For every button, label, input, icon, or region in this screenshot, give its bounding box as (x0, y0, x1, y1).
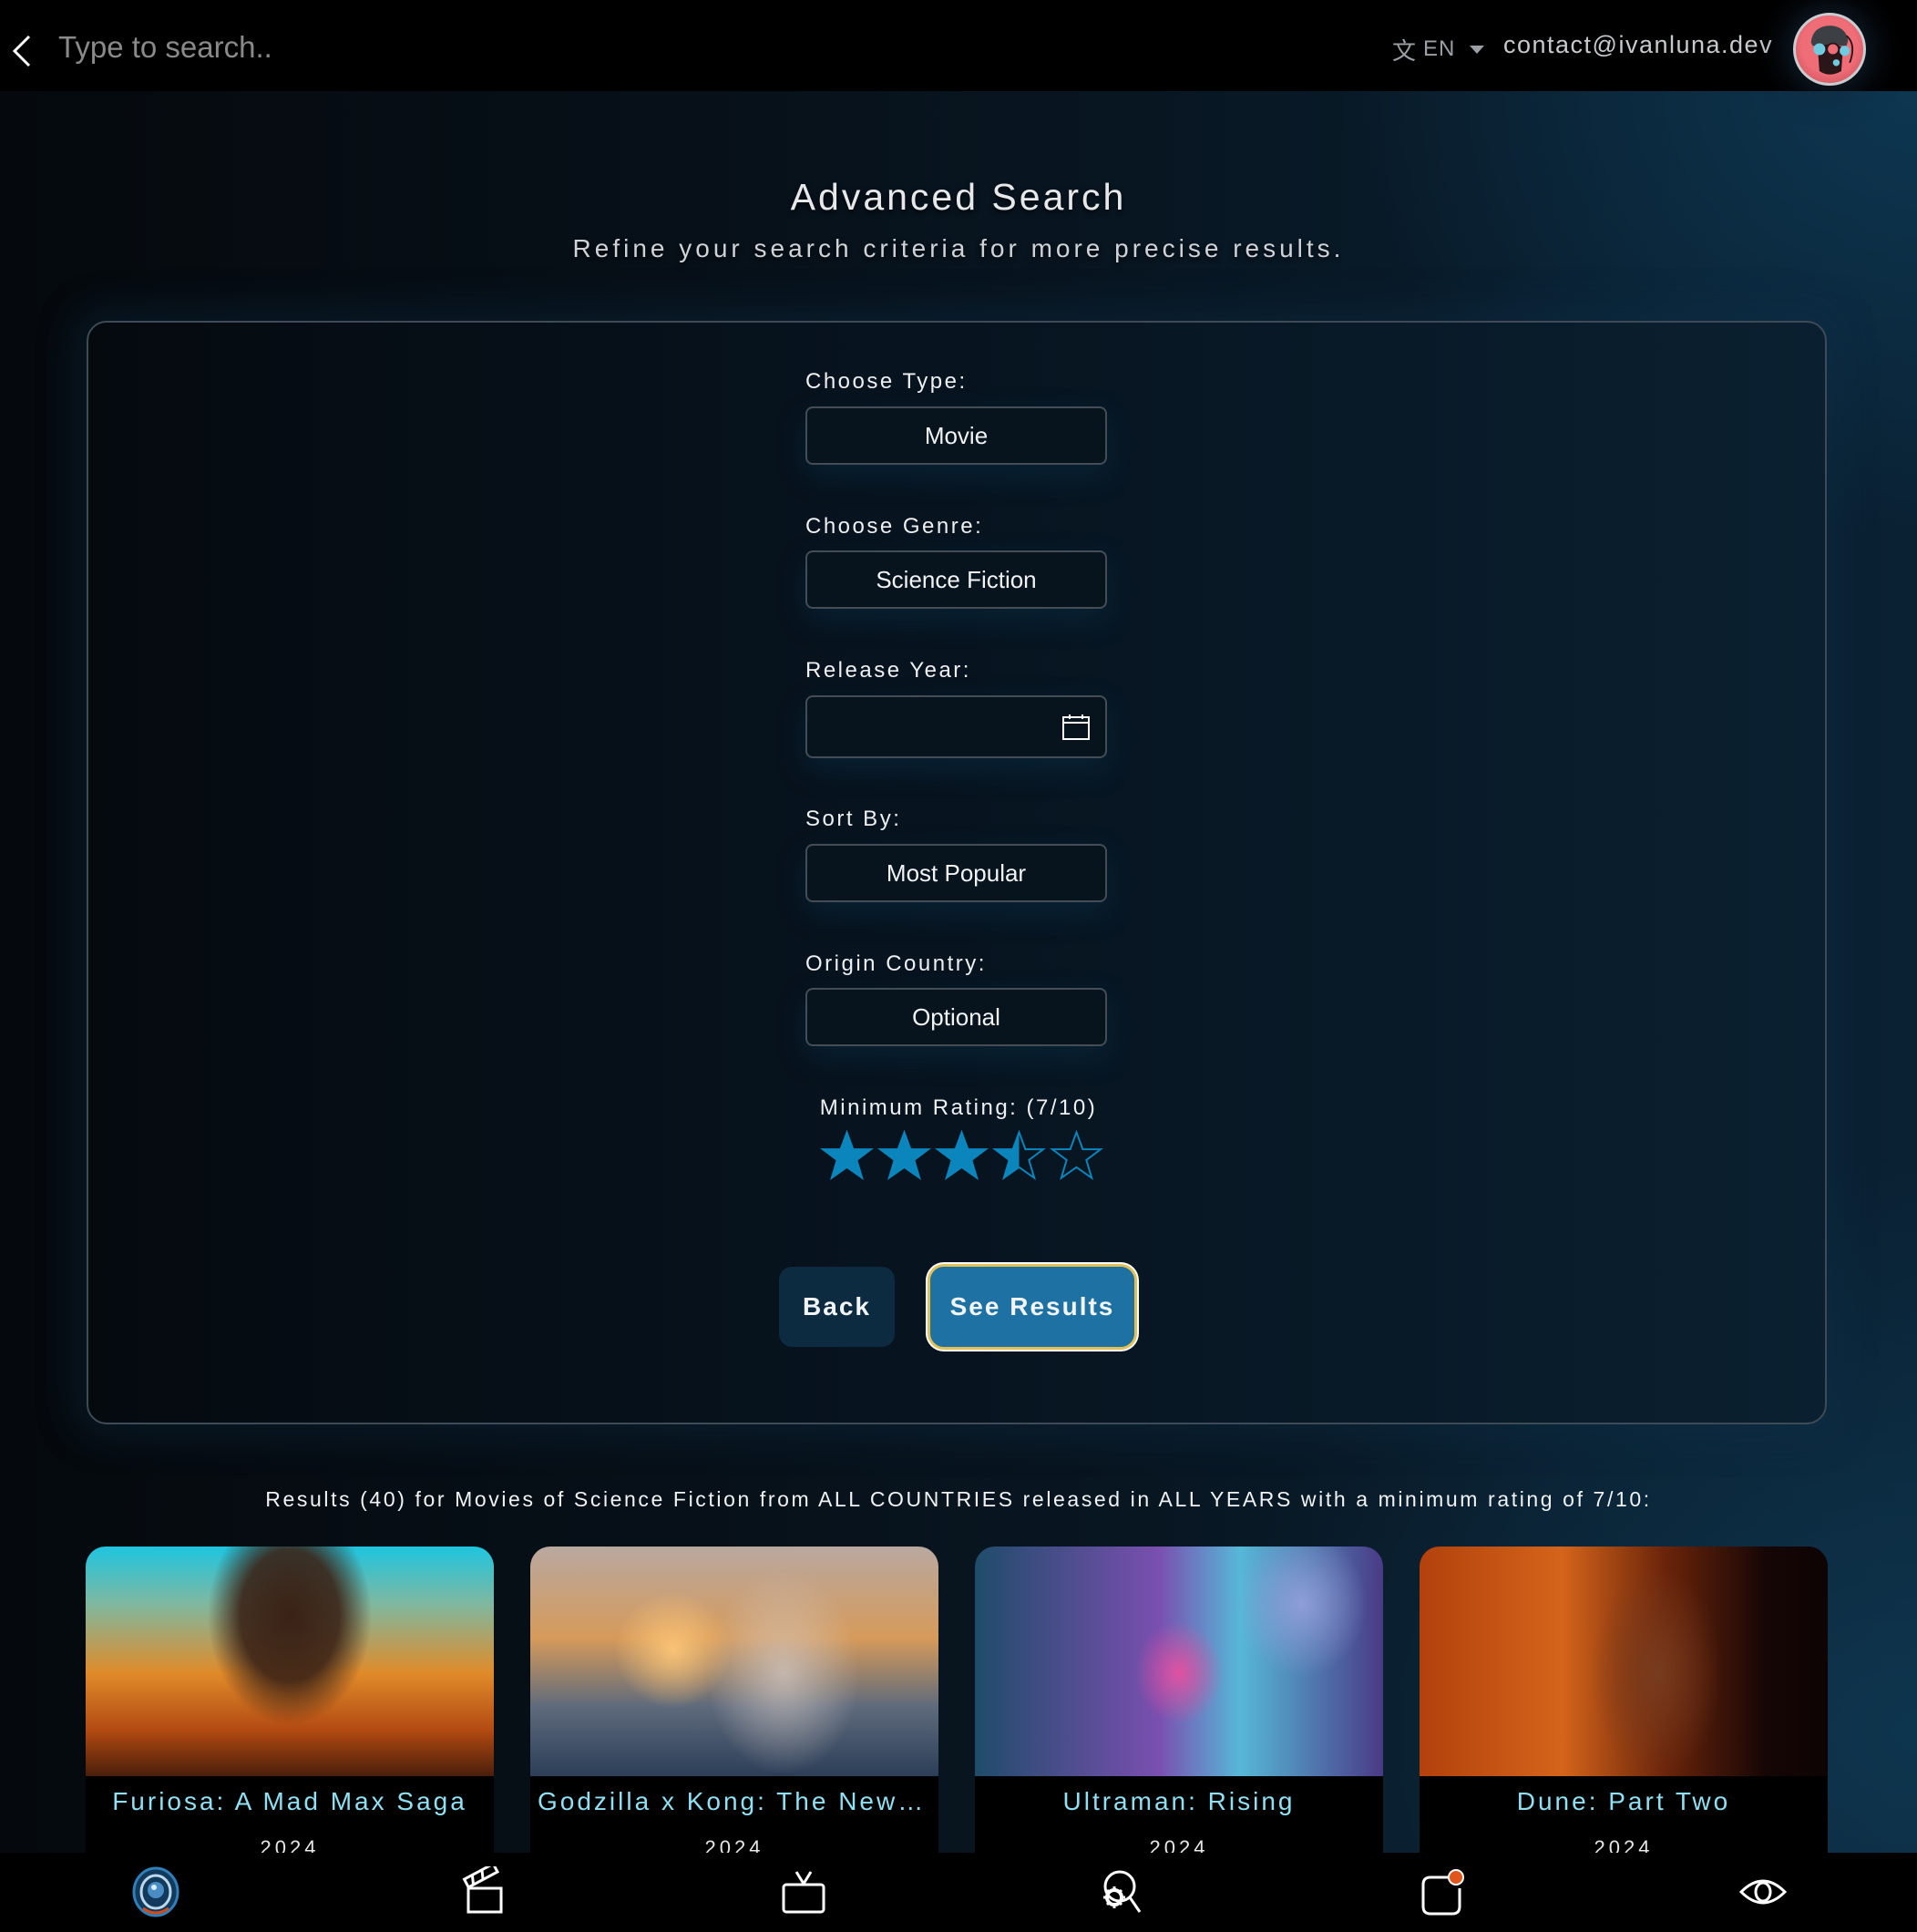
language-selector[interactable]: 文 EN (1392, 33, 1485, 66)
star-icon[interactable] (992, 1128, 1046, 1183)
origin-country-select[interactable]: Optional (805, 988, 1107, 1046)
user-email[interactable]: contact@ivanluna.dev (1503, 31, 1773, 59)
clapperboard-icon (462, 1866, 503, 1914)
avatar[interactable] (1793, 13, 1866, 86)
sort-label: Sort By: (805, 807, 902, 831)
nav-tv-shows[interactable] (772, 1860, 835, 1924)
translate-icon: 文 (1392, 36, 1417, 65)
movie-info: Godzilla x Kong: The New … 2024 (530, 1776, 938, 1853)
genre-label: Choose Genre: (805, 514, 984, 539)
sort-select[interactable]: Most Popular (805, 844, 1107, 902)
movie-card[interactable]: Dune: Part Two 2024 (1420, 1547, 1828, 1853)
star-icon[interactable] (877, 1128, 931, 1183)
type-select[interactable]: Movie (805, 406, 1107, 465)
avatar-robot-icon (1810, 26, 1854, 75)
movie-year: 2024 (1594, 1836, 1654, 1853)
origin-country-value: Optional (912, 1002, 1000, 1031)
nav-home[interactable] (124, 1860, 188, 1924)
origin-country-label: Origin Country: (805, 951, 987, 976)
star-icon[interactable] (820, 1128, 874, 1183)
eye-icon (1738, 1879, 1788, 1905)
movie-title: Furiosa: A Mad Max Saga (112, 1787, 467, 1815)
minimum-rating-label: Minimum Rating: (7/10) (819, 1095, 1098, 1120)
nav-notifications[interactable] (1410, 1860, 1473, 1924)
back-chevron-icon[interactable] (9, 33, 36, 69)
movie-poster (975, 1547, 1383, 1776)
movie-poster (530, 1547, 938, 1776)
movie-title: Dune: Part Two (1516, 1787, 1731, 1815)
nav-advanced-search[interactable] (1090, 1860, 1153, 1924)
star-icon[interactable] (935, 1128, 989, 1183)
nav-watchlist[interactable] (1731, 1860, 1795, 1924)
results-summary: Results (40) for Movies of Science Ficti… (265, 1487, 1652, 1511)
back-button[interactable]: Back (779, 1267, 895, 1347)
page-title: Advanced Search (790, 176, 1127, 218)
release-year-label: Release Year: (805, 658, 971, 683)
movie-poster (1420, 1547, 1828, 1776)
type-label: Choose Type: (805, 369, 968, 394)
notification-icon (1421, 1869, 1464, 1916)
genre-select[interactable]: Science Fiction (805, 550, 1107, 609)
calendar-icon[interactable] (1061, 714, 1091, 741)
notification-dot (1448, 1869, 1464, 1886)
type-select-value: Movie (924, 421, 989, 449)
release-year-input[interactable] (805, 695, 1107, 758)
tv-icon (782, 1871, 825, 1914)
top-bar: 文 EN contact@ivanluna.dev (0, 0, 1917, 91)
movie-card[interactable]: Furiosa: A Mad Max Saga 2024 (86, 1547, 494, 1853)
movie-year: 2024 (1149, 1836, 1209, 1853)
movie-title: Ultraman: Rising (1062, 1787, 1296, 1815)
movie-info: Dune: Part Two 2024 (1420, 1776, 1828, 1853)
search-gear-icon (1103, 1870, 1142, 1913)
nav-movies[interactable] (453, 1860, 517, 1924)
page-subtitle: Refine your search criteria for more pre… (572, 234, 1345, 262)
rating-stars[interactable] (820, 1128, 1103, 1183)
caret-down-icon (1470, 45, 1485, 54)
bottom-navigation (0, 1853, 1917, 1932)
app-logo-icon (132, 1866, 179, 1917)
movie-info: Ultraman: Rising 2024 (975, 1776, 1383, 1853)
see-results-button[interactable]: See Results (928, 1264, 1137, 1350)
search-input[interactable] (58, 24, 787, 71)
star-icon[interactable] (1050, 1128, 1103, 1183)
movie-card[interactable]: Godzilla x Kong: The New … 2024 (530, 1547, 938, 1853)
genre-select-value: Science Fiction (876, 565, 1037, 593)
sort-select-value: Most Popular (886, 858, 1027, 887)
language-code: EN (1423, 36, 1456, 61)
movie-info: Furiosa: A Mad Max Saga 2024 (86, 1776, 494, 1853)
movie-title: Godzilla x Kong: The New … (538, 1787, 931, 1815)
movie-poster (86, 1547, 494, 1776)
movie-card[interactable]: Ultraman: Rising 2024 (975, 1547, 1383, 1853)
movie-year: 2024 (704, 1836, 764, 1853)
movie-year: 2024 (260, 1836, 320, 1853)
